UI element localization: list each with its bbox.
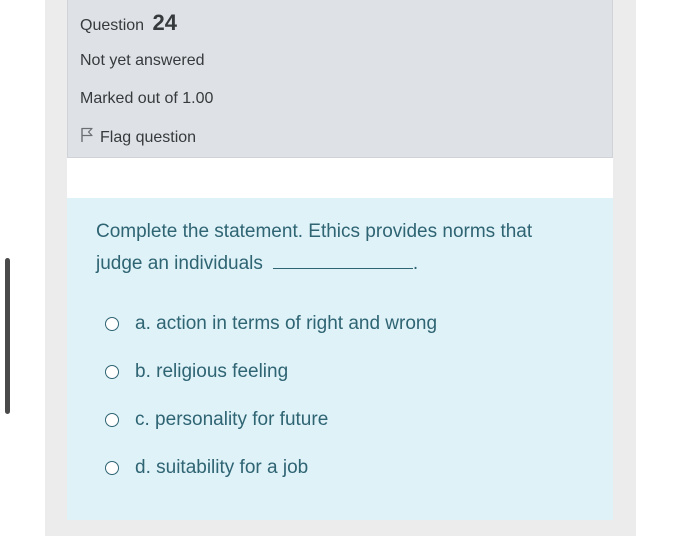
question-content: Complete the statement. Ethics provides … <box>67 198 613 520</box>
prompt-period: . <box>412 253 419 274</box>
option-c[interactable]: c. personality for future <box>105 409 328 431</box>
radio-icon[interactable] <box>105 461 119 475</box>
flag-question-link[interactable]: Flag question <box>80 127 196 148</box>
option-a-label: a. action in terms of right and wrong <box>135 313 438 334</box>
question-state: Not yet answered <box>80 52 205 69</box>
option-b[interactable]: b. religious feeling <box>105 361 288 383</box>
question-text: Complete the statement. Ethics provides … <box>96 216 576 280</box>
question-info-panel: Question 24 Not yet answered Marked out … <box>67 0 613 158</box>
option-a[interactable]: a. action in terms of right and wrong <box>105 313 437 335</box>
answer-blank <box>272 250 413 269</box>
option-d[interactable]: d. suitability for a job <box>105 457 308 479</box>
flag-question-label: Flag question <box>100 128 197 146</box>
question-grade: Marked out of 1.00 <box>80 90 214 107</box>
option-c-label: c. personality for future <box>135 409 329 430</box>
radio-icon[interactable] <box>105 317 119 331</box>
scroll-indicator[interactable] <box>5 258 10 414</box>
question-number-value: 24 <box>152 10 177 35</box>
question-label: Question <box>80 17 145 34</box>
panel-gap <box>67 158 613 198</box>
option-b-label: b. religious feeling <box>135 361 289 382</box>
radio-icon[interactable] <box>105 413 119 427</box>
question-number: Question 24 <box>80 10 177 36</box>
radio-icon[interactable] <box>105 365 119 379</box>
option-d-label: d. suitability for a job <box>135 457 309 478</box>
flag-icon <box>80 127 100 148</box>
